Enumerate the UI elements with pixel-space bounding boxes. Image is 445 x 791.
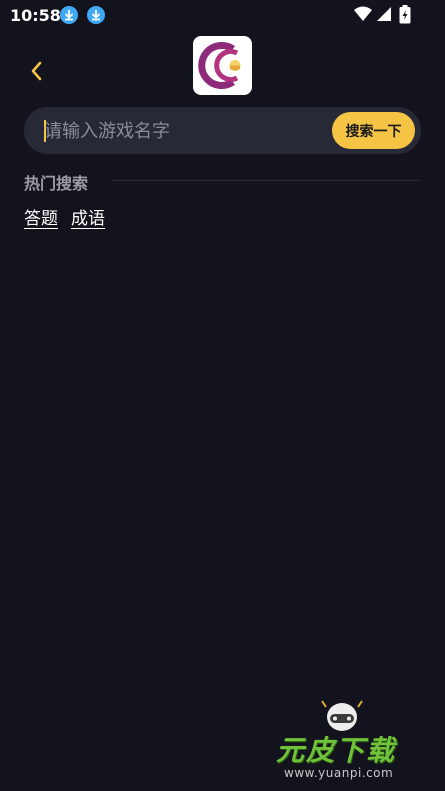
wifi-icon: [354, 6, 372, 26]
hot-search-tags: 答题 成语: [24, 204, 105, 229]
hot-search-tag[interactable]: 答题: [24, 204, 58, 229]
battery-charging-icon: [399, 5, 411, 28]
watermark-logo-text: 元皮下载: [276, 734, 397, 767]
search-input[interactable]: [44, 116, 324, 146]
download-icon: [60, 6, 78, 24]
app-logo: [193, 36, 252, 95]
download-icon: [87, 6, 105, 24]
status-time: 10:58: [10, 6, 61, 25]
hot-search-title: 热门搜索: [24, 174, 89, 193]
search-button[interactable]: 搜索一下: [332, 112, 415, 149]
back-button[interactable]: [24, 56, 52, 86]
watermark-url: www.yuanpi.com: [284, 766, 394, 780]
status-bar: 10:58: [0, 0, 445, 30]
chevron-left-icon: [31, 61, 42, 81]
hot-search-tag[interactable]: 成语: [71, 204, 105, 229]
search-bar: 搜索一下: [24, 107, 421, 154]
watermark: 元皮下载 www.yuanpi.com: [264, 697, 441, 791]
divider: [112, 180, 419, 181]
signal-icon: [376, 6, 392, 26]
